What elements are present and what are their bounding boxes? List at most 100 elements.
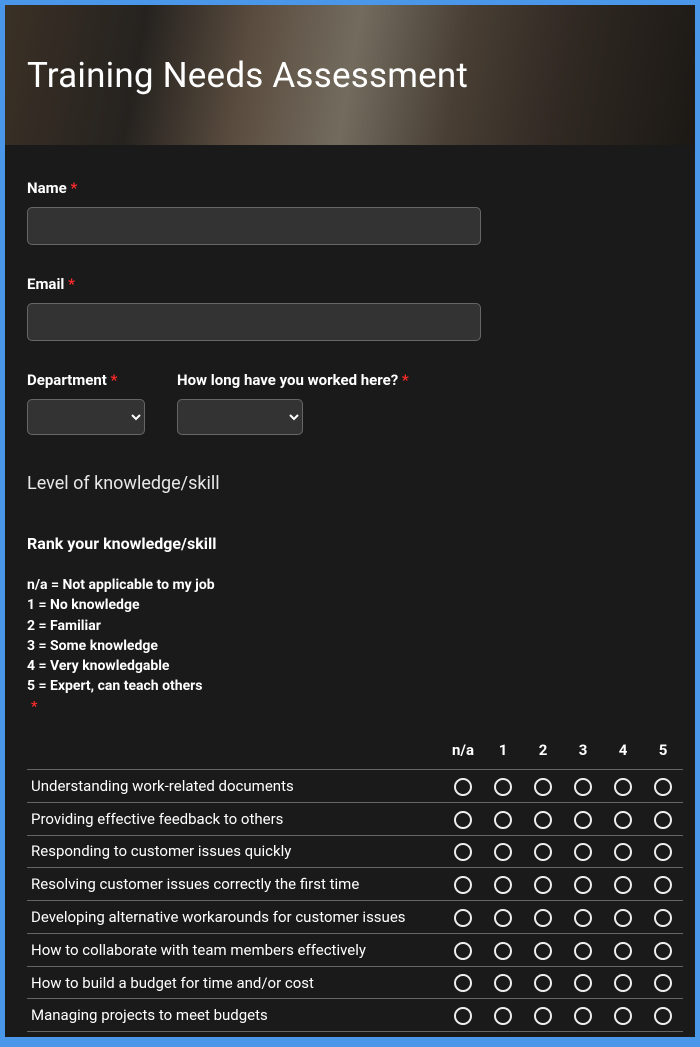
rank-radio[interactable]	[654, 942, 672, 960]
matrix-col-header: 1	[483, 735, 523, 770]
rank-radio[interactable]	[454, 778, 472, 796]
matrix-cell	[563, 901, 603, 934]
rank-radio[interactable]	[454, 811, 472, 829]
department-label-text: Department	[27, 371, 107, 389]
table-row: Managing projects to meet budgets	[27, 999, 683, 1032]
matrix-cell	[483, 770, 523, 803]
rank-radio[interactable]	[574, 1007, 592, 1025]
rank-radio[interactable]	[614, 778, 632, 796]
matrix-cell	[443, 868, 483, 901]
rank-radio[interactable]	[574, 811, 592, 829]
rank-radio[interactable]	[574, 843, 592, 861]
rank-radio[interactable]	[534, 974, 552, 992]
matrix-cell	[643, 770, 683, 803]
matrix-cell	[643, 933, 683, 966]
table-row: How to collaborate with team members eff…	[27, 933, 683, 966]
rank-radio[interactable]	[654, 1007, 672, 1025]
legend-line: 4 = Very knowledgable	[27, 656, 673, 676]
matrix-cell	[563, 868, 603, 901]
table-row: Developing alternative workarounds for c…	[27, 901, 683, 934]
matrix-cell	[523, 966, 563, 999]
matrix-cell	[603, 835, 643, 868]
email-input[interactable]	[27, 303, 481, 341]
rank-radio[interactable]	[614, 1007, 632, 1025]
hero-banner: Training Needs Assessment	[5, 5, 695, 145]
rank-radio[interactable]	[574, 942, 592, 960]
department-select[interactable]	[27, 399, 145, 435]
name-input[interactable]	[27, 207, 481, 245]
required-marker: *	[31, 697, 673, 717]
rank-radio[interactable]	[454, 942, 472, 960]
matrix-cell	[443, 933, 483, 966]
matrix-cell	[523, 999, 563, 1032]
rank-radio[interactable]	[654, 843, 672, 861]
matrix-cell	[643, 966, 683, 999]
section-heading: Level of knowledge/skill	[27, 473, 673, 494]
rank-radio[interactable]	[534, 1007, 552, 1025]
matrix-cell	[603, 770, 643, 803]
rank-radio[interactable]	[614, 843, 632, 861]
matrix-cell	[523, 802, 563, 835]
matrix-row-label: Managing projects to meet budgets	[27, 999, 443, 1032]
table-row: How to build a budget for time and/or co…	[27, 966, 683, 999]
rank-radio[interactable]	[454, 974, 472, 992]
rank-radio[interactable]	[454, 909, 472, 927]
rank-radio[interactable]	[534, 942, 552, 960]
matrix-cell	[443, 901, 483, 934]
rank-legend: n/a = Not applicable to my job 1 = No kn…	[27, 575, 673, 717]
matrix-cell	[563, 835, 603, 868]
rank-radio[interactable]	[574, 974, 592, 992]
required-marker: *	[70, 179, 77, 197]
rank-radio[interactable]	[534, 909, 552, 927]
rank-radio[interactable]	[614, 974, 632, 992]
rank-radio[interactable]	[494, 1007, 512, 1025]
rank-radio[interactable]	[494, 811, 512, 829]
matrix-cell	[603, 802, 643, 835]
rank-radio[interactable]	[654, 876, 672, 894]
email-label: Email *	[27, 275, 673, 293]
tenure-select[interactable]	[177, 399, 303, 435]
email-label-text: Email	[27, 275, 64, 293]
rank-radio[interactable]	[494, 942, 512, 960]
required-marker: *	[111, 371, 118, 389]
matrix-cell	[443, 1032, 483, 1037]
legend-line: 5 = Expert, can teach others	[27, 676, 673, 696]
rank-radio[interactable]	[494, 778, 512, 796]
matrix-cell	[603, 966, 643, 999]
rank-radio[interactable]	[614, 811, 632, 829]
rank-radio[interactable]	[654, 909, 672, 927]
matrix-cell	[603, 1032, 643, 1037]
rank-radio[interactable]	[494, 974, 512, 992]
rank-radio[interactable]	[454, 876, 472, 894]
rank-radio[interactable]	[494, 909, 512, 927]
table-row: Providing effective feedback to others	[27, 802, 683, 835]
rank-radio[interactable]	[654, 778, 672, 796]
rank-radio[interactable]	[534, 811, 552, 829]
rank-radio[interactable]	[494, 843, 512, 861]
rank-radio[interactable]	[614, 909, 632, 927]
rank-radio[interactable]	[614, 876, 632, 894]
rank-radio[interactable]	[494, 876, 512, 894]
rank-radio[interactable]	[654, 974, 672, 992]
matrix-cell	[643, 835, 683, 868]
matrix-cell	[563, 1032, 603, 1037]
rank-radio[interactable]	[614, 942, 632, 960]
matrix-cell	[483, 1032, 523, 1037]
matrix-cell	[443, 802, 483, 835]
rank-radio[interactable]	[574, 876, 592, 894]
rank-radio[interactable]	[654, 811, 672, 829]
rank-radio[interactable]	[534, 778, 552, 796]
matrix-row-label: Dealing with distractions	[27, 1032, 443, 1037]
rank-radio[interactable]	[454, 1007, 472, 1025]
matrix-cell	[563, 999, 603, 1032]
form-body: Name * Email * Department *	[5, 145, 695, 1037]
rank-radio[interactable]	[454, 843, 472, 861]
rank-radio[interactable]	[574, 909, 592, 927]
rank-radio[interactable]	[534, 843, 552, 861]
legend-line: n/a = Not applicable to my job	[27, 575, 673, 595]
rank-title: Rank your knowledge/skill	[27, 534, 673, 553]
rank-radio[interactable]	[534, 876, 552, 894]
matrix-cell	[563, 802, 603, 835]
rank-radio[interactable]	[574, 778, 592, 796]
matrix-cell	[483, 999, 523, 1032]
